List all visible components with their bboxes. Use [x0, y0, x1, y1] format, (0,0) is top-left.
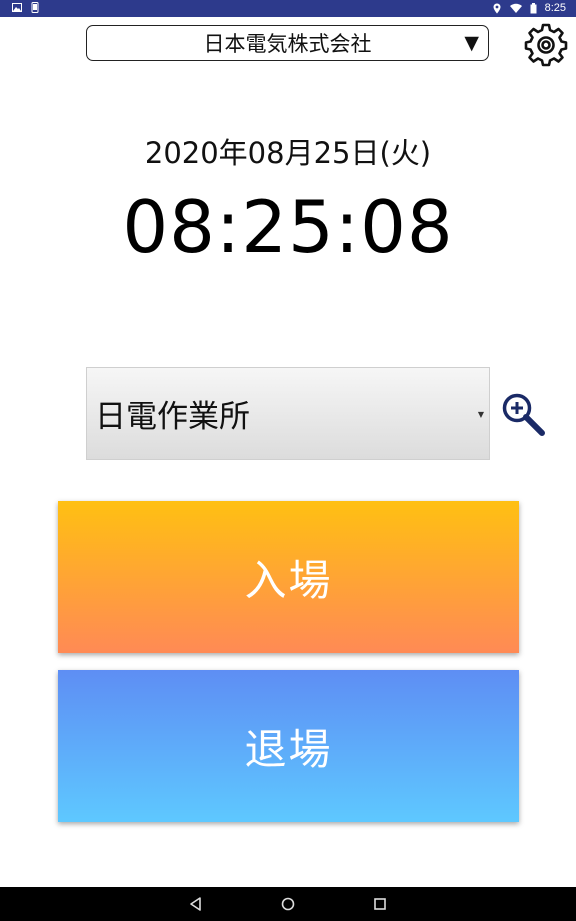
caret-down-icon: ▼: [477, 410, 484, 419]
image-icon: [12, 3, 22, 12]
battery-icon: [530, 3, 537, 14]
location-icon: [493, 3, 501, 14]
site-select-value: 日電作業所: [95, 399, 250, 435]
navigation-bar: [0, 887, 576, 921]
recents-icon[interactable]: [372, 896, 388, 912]
back-icon[interactable]: [188, 896, 204, 912]
company-name: 日本電気株式会社: [203, 32, 372, 56]
wifi-icon: [509, 3, 522, 13]
zoom-in-icon[interactable]: [500, 391, 548, 437]
site-select[interactable]: 日電作業所 ▼: [86, 367, 490, 460]
enter-button[interactable]: 入場: [58, 501, 519, 653]
current-time: 08:25:08: [122, 185, 454, 269]
gear-icon[interactable]: [524, 23, 568, 67]
enter-button-label: 入場: [244, 555, 333, 605]
status-time: 8:25: [544, 2, 566, 14]
dropdown-arrow-icon: ▼: [464, 32, 479, 54]
exit-button-label: 退場: [244, 724, 333, 774]
status-bar: 8:25: [0, 0, 576, 17]
company-select[interactable]: 日本電気株式会社 ▼: [86, 25, 489, 61]
home-icon[interactable]: [280, 896, 296, 912]
current-date: 2020年08月25日(火): [144, 136, 432, 170]
exit-button[interactable]: 退場: [58, 670, 519, 822]
phone-icon: [31, 2, 39, 13]
